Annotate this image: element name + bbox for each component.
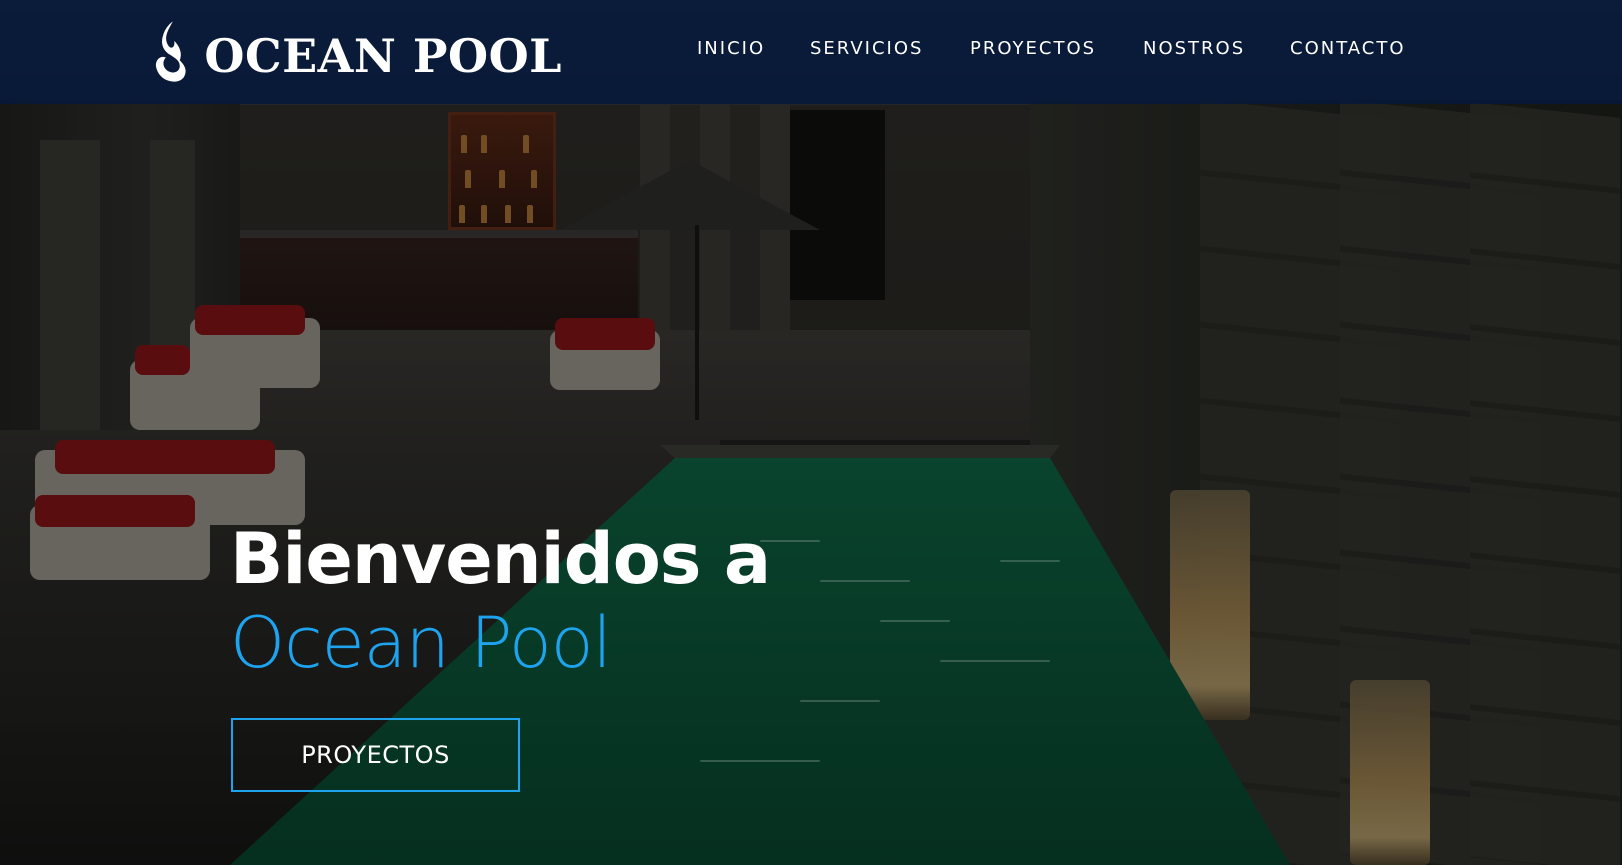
nav-item-nostros[interactable]: NOSTROS (1143, 38, 1245, 59)
nav-item-proyectos[interactable]: PROYECTOS (970, 38, 1096, 59)
projects-button[interactable]: PROYECTOS (231, 718, 520, 792)
hero-title: Bienvenidos a (230, 518, 771, 600)
main-nav: INICIO SERVICIOS PROYECTOS NOSTROS CONTA… (0, 38, 1622, 66)
nav-item-servicios[interactable]: SERVICIOS (810, 38, 923, 59)
hero-title-brand: Ocean Pool (230, 602, 612, 684)
site-header: OCEAN POOL INICIO SERVICIOS PROYECTOS NO… (0, 0, 1622, 104)
nav-item-inicio[interactable]: INICIO (697, 38, 765, 59)
nav-item-contacto[interactable]: CONTACTO (1290, 38, 1406, 59)
